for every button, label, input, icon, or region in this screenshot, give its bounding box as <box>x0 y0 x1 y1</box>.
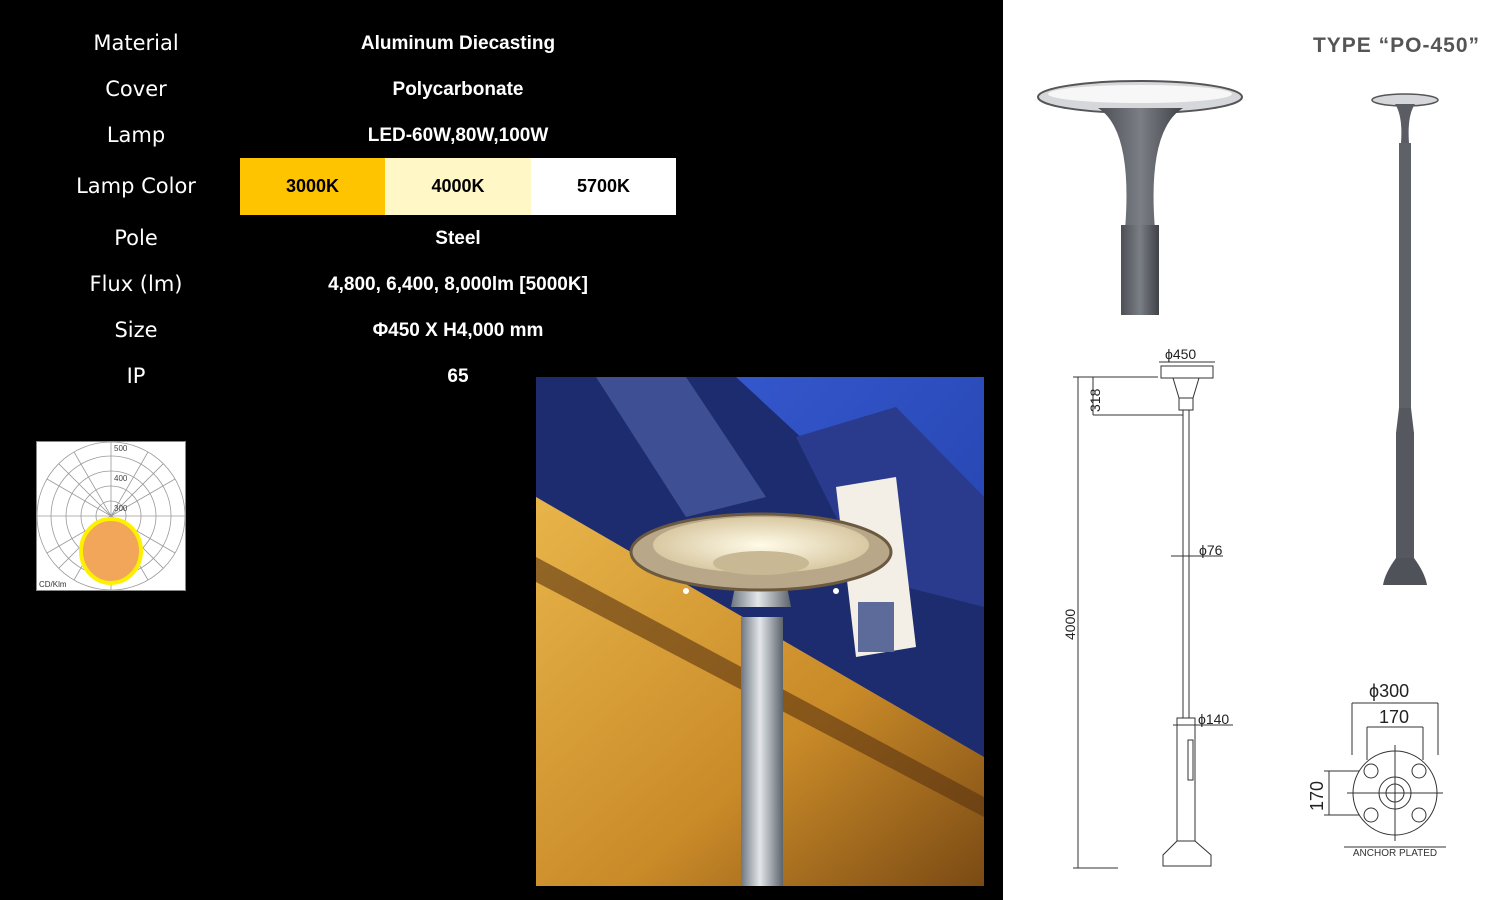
ring-label-300: 300 <box>114 504 128 513</box>
size-label: Size <box>114 318 158 342</box>
ring-label-400: 400 <box>114 474 128 483</box>
head-diameter-dim: ϕ450 <box>1165 346 1196 362</box>
lamp-color-3000k: 3000K <box>240 158 385 215</box>
base-plate-drawing: ϕ300 170 170 ANCHOR PLATED <box>1307 681 1446 859</box>
material-label: Material <box>93 31 179 55</box>
product-type-title: TYPE “PO-450” <box>1312 34 1480 57</box>
bolt-spacing-x-dim: 170 <box>1379 707 1409 727</box>
distribution-curve <box>79 517 143 585</box>
lamp-color-label: Lamp Color <box>76 174 196 198</box>
product-photo <box>536 377 984 886</box>
full-pole-render <box>1371 93 1439 585</box>
lamp-label: Lamp <box>106 123 166 147</box>
cover-label: Cover <box>105 77 167 101</box>
specification-panel: Material Aluminum Diecasting Cover Polyc… <box>0 0 1003 900</box>
lamp-color-5700k: 5700K <box>531 158 676 215</box>
cover-value: Polycarbonate <box>392 79 524 100</box>
material-value: Aluminum Diecasting <box>360 33 556 54</box>
technical-drawing: ϕ450 318 ϕ76 4000 ϕ140 <box>1062 346 1233 869</box>
lower-pole-diameter-dim: ϕ140 <box>1198 711 1229 727</box>
size-value: Φ450 X H4,000 mm <box>372 320 544 341</box>
base-diameter-dim: ϕ300 <box>1369 681 1409 701</box>
upper-pole-diameter-dim: ϕ76 <box>1199 542 1223 558</box>
drawing-panel: TYPE “PO-450” ϕ450 318 ϕ76 4000 ϕ140 ϕ30… <box>1003 0 1500 900</box>
light-distribution-diagram: 500 400 300 CD/Klm <box>36 441 186 591</box>
lamp-value: LED-60W,80W,100W <box>367 125 549 146</box>
ring-label-500: 500 <box>114 444 128 453</box>
flux-value: 4,800, 6,400, 8,000lm [5000K] <box>328 274 588 295</box>
ip-label: IP <box>126 364 146 388</box>
pole-label: Pole <box>114 226 158 250</box>
polar-unit-label: CD/Klm <box>39 580 67 589</box>
lamp-color-4000k: 4000K <box>385 158 531 215</box>
pole-value: Steel <box>435 228 481 249</box>
total-height-dim: 4000 <box>1062 609 1078 640</box>
head-closeup-render <box>1037 80 1243 315</box>
head-height-dim: 318 <box>1087 388 1103 412</box>
bolt-spacing-y-dim: 170 <box>1307 781 1327 811</box>
flux-label: Flux (lm) <box>89 272 183 296</box>
anchor-plated-label: ANCHOR PLATED <box>1353 848 1437 859</box>
